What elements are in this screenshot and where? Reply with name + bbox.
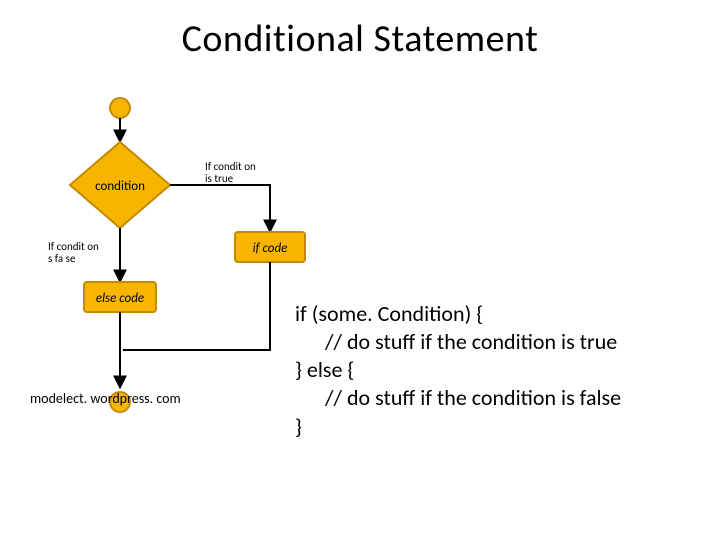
decision-label: condition	[95, 179, 145, 194]
code-line-3: } else {	[295, 356, 705, 384]
true-branch-label: If condit on is true	[205, 160, 258, 185]
code-line-2: // do stuff if the condition is true	[295, 328, 705, 356]
else-code-label: else code	[96, 291, 144, 306]
page-title: Conditional Statement	[0, 16, 720, 62]
slide: Conditional Statement condition If condi…	[0, 0, 720, 540]
code-line-1: if (some. Condition) {	[295, 300, 705, 328]
code-line-5: }	[295, 413, 705, 441]
start-node	[110, 98, 130, 118]
false-branch-label: If condit on s fa se	[48, 240, 101, 265]
code-line-4: // do stuff if the condition is false	[295, 384, 705, 412]
code-snippet: if (some. Condition) { // do stuff if th…	[295, 300, 705, 441]
edge-true	[170, 185, 270, 232]
source-credit: modelect. wordpress. com	[30, 390, 181, 407]
if-code-label: if code	[253, 241, 288, 256]
